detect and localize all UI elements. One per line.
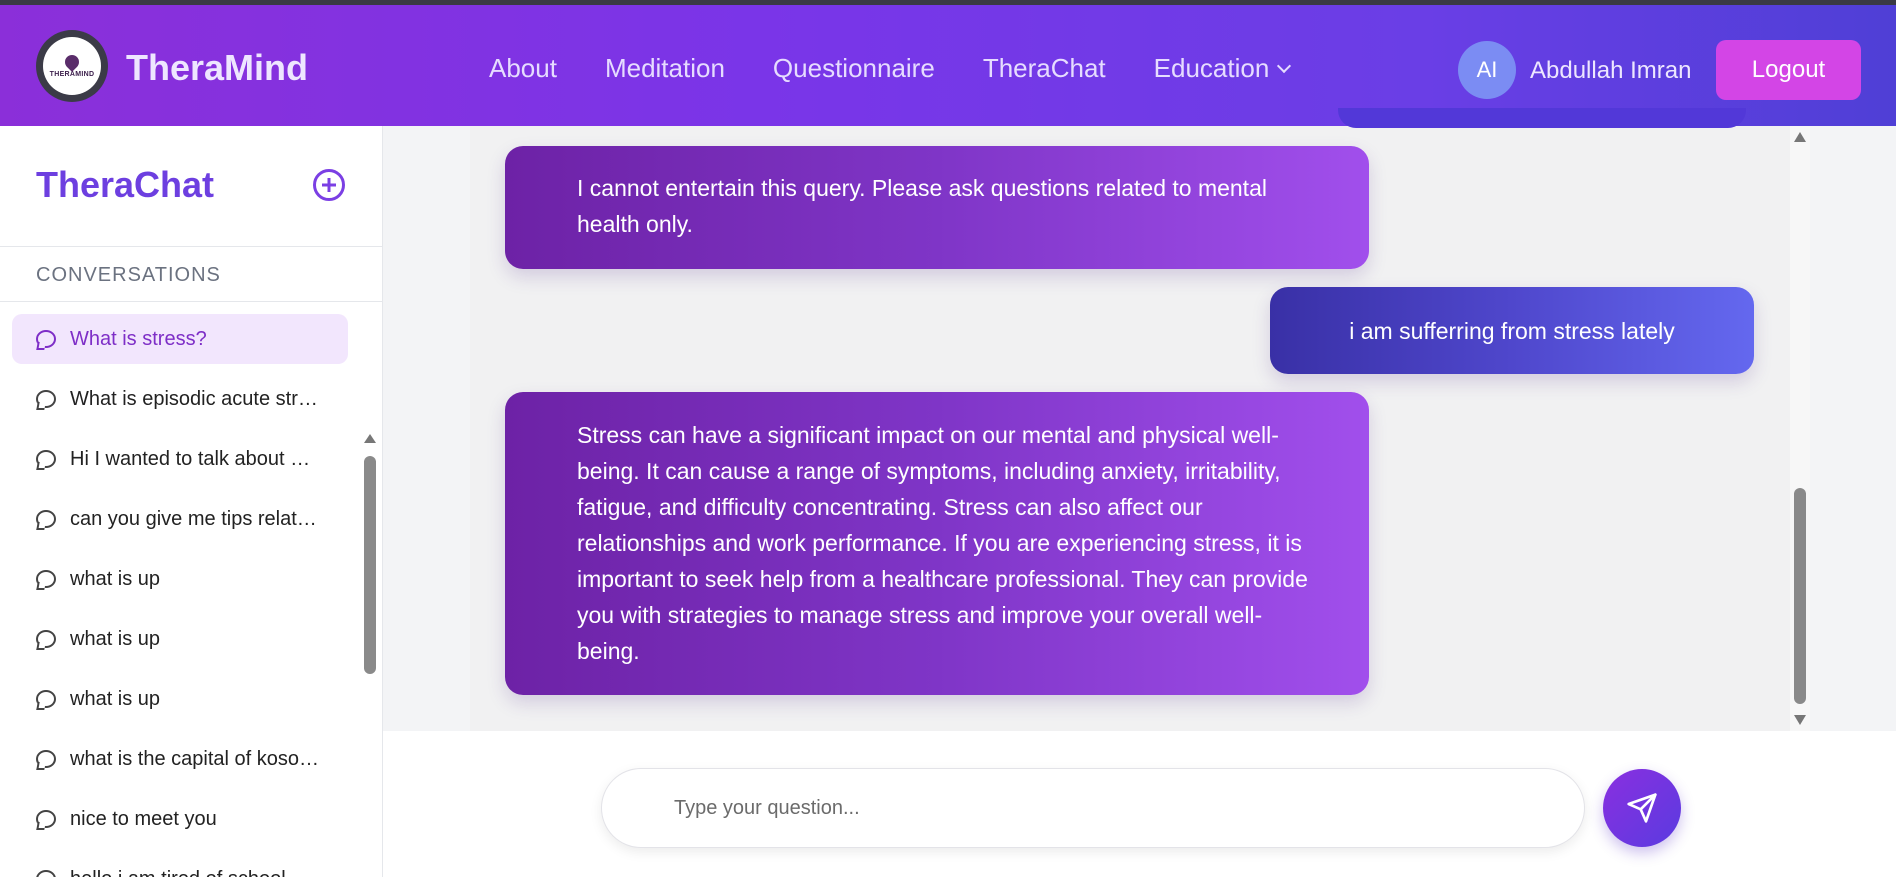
conversation-title: Hi I wanted to talk about my anxiety	[70, 447, 320, 470]
chat-bubble-icon	[36, 390, 56, 408]
conversation-list: What is stress? What is episodic acute s…	[12, 314, 348, 877]
divider	[0, 246, 383, 247]
chat-bubble-icon	[36, 510, 56, 528]
conversation-item[interactable]: what is up	[12, 614, 348, 664]
conversation-item[interactable]: What is episodic acute stress?	[12, 374, 348, 424]
conversation-item-active[interactable]: What is stress?	[12, 314, 348, 364]
chat-bubble-icon	[36, 450, 56, 468]
bot-message: Stress can have a significant impact on …	[505, 392, 1369, 695]
user-message: i am sufferring from stress lately	[1270, 287, 1754, 374]
brand-name[interactable]: TheraMind	[126, 47, 308, 89]
conversation-title: what is up	[70, 627, 161, 650]
avatar[interactable]: AI	[1458, 41, 1516, 99]
question-input-container	[601, 768, 1585, 848]
new-chat-plus-circle-icon[interactable]	[313, 169, 345, 201]
sidebar-scrollbar[interactable]	[363, 434, 377, 674]
scrollbar-thumb[interactable]	[364, 456, 376, 674]
conversation-item[interactable]: Hi I wanted to talk about my anxiety	[12, 434, 348, 484]
nav-therachat[interactable]: TheraChat	[983, 53, 1106, 84]
brand-logo[interactable]: THERAMIND	[36, 30, 108, 102]
chat-bubble-icon	[36, 870, 56, 877]
bot-message: I cannot entertain this query. Please as…	[505, 146, 1369, 269]
previous-user-message-edge	[1338, 108, 1746, 128]
question-input[interactable]	[674, 769, 1554, 847]
conversation-title: what is up	[70, 687, 161, 710]
nav-education-dropdown[interactable]: Education	[1153, 53, 1292, 84]
scroll-up-arrow-icon[interactable]	[364, 434, 376, 443]
scrollbar-thumb[interactable]	[1794, 488, 1806, 704]
logo-inner: THERAMIND	[43, 37, 101, 95]
conversation-item[interactable]: what is up	[12, 554, 348, 604]
conversation-title: hello i am tired of school	[70, 868, 320, 877]
conversation-item[interactable]: what is the capital of kosovo	[12, 734, 348, 784]
nav-education-label: Education	[1153, 53, 1270, 83]
chevron-down-icon	[1277, 58, 1292, 73]
divider	[0, 301, 383, 302]
paper-plane-icon	[1627, 793, 1657, 823]
nav-meditation[interactable]: Meditation	[605, 53, 725, 84]
conversation-item[interactable]: can you give me tips related to stress	[12, 494, 348, 544]
send-button[interactable]	[1603, 769, 1681, 847]
chat-bubble-icon	[36, 750, 56, 768]
conversations-heading: CONVERSATIONS	[36, 264, 221, 286]
conversation-title: what is the capital of kosovo	[70, 747, 320, 770]
chat-bubble-icon	[36, 330, 56, 348]
conversation-title: What is stress?	[70, 327, 207, 350]
main-nav: About Meditation Questionnaire TheraChat…	[489, 53, 1292, 84]
conversation-item[interactable]: what is up	[12, 674, 348, 724]
nav-questionnaire[interactable]: Questionnaire	[773, 53, 935, 84]
conversation-title: nice to meet you	[70, 807, 217, 830]
chat-bubble-icon	[36, 570, 56, 588]
conversation-title: What is episodic acute stress?	[70, 387, 320, 410]
chat-scrollbar[interactable]	[1790, 126, 1810, 731]
logout-button[interactable]: Logout	[1716, 40, 1861, 100]
conversation-title: what is up	[70, 567, 161, 590]
chat-bubble-icon	[36, 690, 56, 708]
logo-leaf-icon	[62, 51, 82, 72]
conversation-title: can you give me tips related to stress	[70, 507, 320, 530]
scroll-down-arrow-icon[interactable]	[1794, 715, 1806, 725]
sidebar-title: TheraChat	[36, 164, 215, 205]
conversation-sidebar: TheraChat CONVERSATIONS What is stress? …	[0, 126, 383, 877]
user-name: Abdullah Imran	[1530, 57, 1692, 84]
chat-bubble-icon	[36, 810, 56, 828]
conversation-item[interactable]: nice to meet you	[12, 794, 348, 844]
chat-bubble-icon	[36, 630, 56, 648]
nav-about[interactable]: About	[489, 53, 557, 84]
conversation-item[interactable]: hello i am tired of school	[12, 854, 348, 877]
scroll-up-arrow-icon[interactable]	[1794, 132, 1806, 142]
